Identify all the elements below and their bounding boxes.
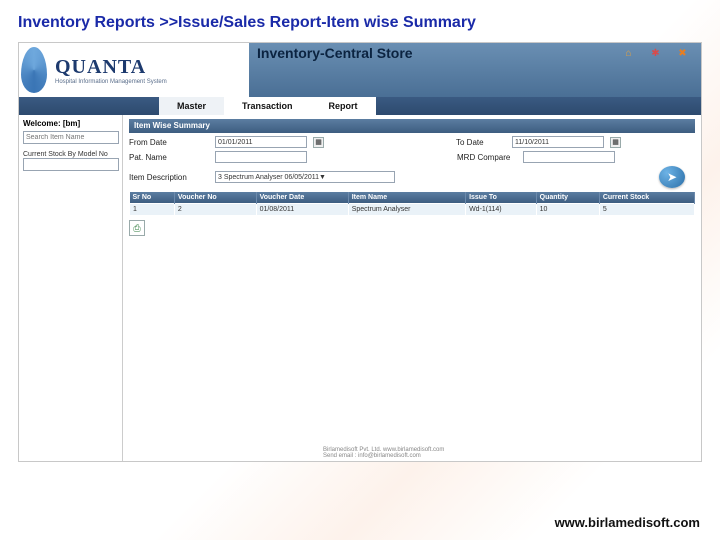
search-item-input[interactable]	[23, 131, 119, 144]
to-date-input[interactable]	[512, 136, 604, 148]
patient-name-label: Pat. Name	[129, 153, 209, 162]
th-current-stock: Current Stock	[599, 192, 694, 204]
current-stock-label: Current Stock By Model No	[23, 151, 118, 158]
footer-line2: Send email : info@birlamedisoft.com	[323, 453, 444, 459]
mr-compare-label: MRD Compare	[457, 153, 517, 162]
panel-title: Item Wise Summary	[129, 119, 695, 133]
cell-voucher-date: 01/08/2011	[256, 204, 348, 216]
calendar-icon[interactable]: ▦	[313, 137, 324, 148]
th-srno: Sr No	[130, 192, 175, 204]
slide-title: Inventory Reports >>Issue/Sales Report-I…	[18, 14, 476, 31]
logo-swirl-icon	[19, 43, 49, 97]
cell-issue-to: Wd-1(114)	[466, 204, 537, 216]
cell-srno: 1	[130, 204, 175, 216]
th-quantity: Quantity	[536, 192, 599, 204]
close-icon[interactable]: ✖	[676, 47, 689, 60]
menu-bar: Master Transaction Report	[19, 97, 701, 115]
to-date-label: To Date	[456, 138, 506, 147]
help-icon[interactable]: ✱	[649, 47, 662, 60]
logo-brand: QUANTA	[55, 56, 167, 79]
item-desc-label: Item Description	[129, 173, 209, 182]
cell-quantity: 10	[536, 204, 599, 216]
logo-tagline: Hospital Information Management System	[55, 79, 167, 85]
app-header: QUANTA Hospital Information Management S…	[19, 43, 701, 97]
th-item-name: Item Name	[348, 192, 465, 204]
cell-current-stock: 5	[599, 204, 694, 216]
th-voucher-no: Voucher No	[174, 192, 256, 204]
menu-master[interactable]: Master	[159, 97, 224, 115]
search-go-button[interactable]: ➤	[659, 166, 685, 188]
from-date-input[interactable]	[215, 136, 307, 148]
app-title: Inventory-Central Store	[257, 45, 413, 61]
modelno-input[interactable]	[23, 158, 119, 171]
main-content: Item Wise Summary From Date ▦ To Date ▦ …	[123, 115, 701, 461]
footer-company-info: Birlamedisoft Pvt. Ltd. www.birlamedisof…	[323, 447, 444, 459]
logo: QUANTA Hospital Information Management S…	[19, 43, 249, 97]
calendar-icon[interactable]: ▦	[610, 137, 621, 148]
export-excel-icon[interactable]: ⎙	[129, 220, 145, 236]
th-issue-to: Issue To	[466, 192, 537, 204]
th-voucher-date: Voucher Date	[256, 192, 348, 204]
mr-compare-input[interactable]	[523, 151, 615, 163]
item-desc-select[interactable]: 3 Spectrum Analyser 06/05/2011▼	[215, 171, 395, 183]
cell-voucher-no: 2	[174, 204, 256, 216]
home-icon[interactable]: ⌂	[622, 47, 635, 60]
left-sidebar: Welcome: [bm] Current Stock By Model No	[19, 115, 123, 461]
menu-transaction[interactable]: Transaction	[224, 97, 311, 115]
table-header-row: Sr No Voucher No Voucher Date Item Name …	[130, 192, 695, 204]
application-window: QUANTA Hospital Information Management S…	[18, 42, 702, 462]
from-date-label: From Date	[129, 138, 209, 147]
cell-item-name: Spectrum Analyser	[348, 204, 465, 216]
patient-name-input[interactable]	[215, 151, 307, 163]
welcome-label: Welcome: [bm]	[23, 119, 118, 128]
results-table: Sr No Voucher No Voucher Date Item Name …	[129, 192, 695, 216]
slide-footer-url: www.birlamedisoft.com	[555, 515, 700, 530]
menu-report[interactable]: Report	[311, 97, 376, 115]
table-row[interactable]: 1 2 01/08/2011 Spectrum Analyser Wd-1(11…	[130, 204, 695, 216]
